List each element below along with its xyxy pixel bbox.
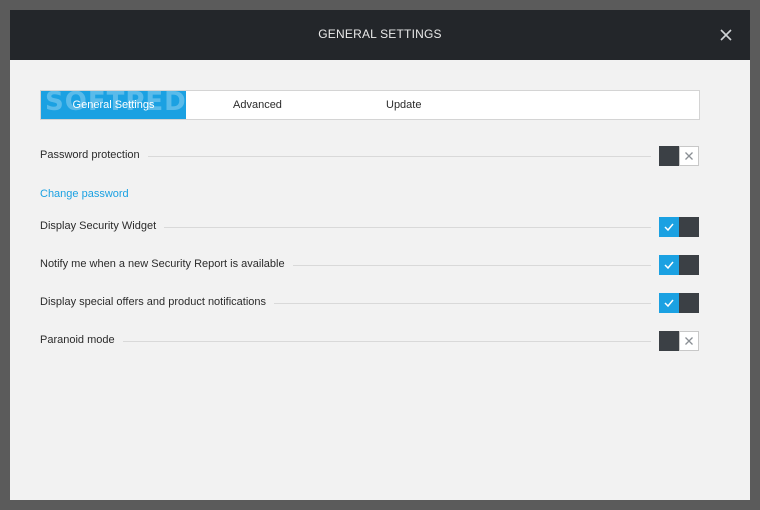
change-password-link[interactable]: Change password [40, 188, 129, 200]
close-icon [720, 29, 732, 41]
special-offers-toggle[interactable] [659, 293, 699, 313]
title-bar: GENERAL SETTINGS [10, 10, 750, 60]
setting-label: Paranoid mode [40, 334, 123, 346]
check-icon [664, 223, 674, 232]
security-widget-toggle[interactable] [659, 217, 699, 237]
tab-update[interactable]: Update [386, 91, 421, 119]
toggle-on-area [659, 217, 679, 237]
settings-window: GENERAL SETTINGS SOFTPEDIA General Setti… [10, 10, 750, 500]
toggle-on-area [659, 293, 679, 313]
toggle-off-area [679, 331, 699, 351]
toggle-knob [679, 255, 699, 275]
window-title: GENERAL SETTINGS [318, 27, 442, 41]
row-divider [40, 341, 651, 342]
x-icon [685, 337, 693, 345]
tab-bar: SOFTPEDIA General Settings Advanced Upda… [40, 90, 700, 120]
check-icon [664, 299, 674, 308]
toggle-knob [659, 331, 679, 351]
setting-label: Display Security Widget [40, 220, 165, 232]
setting-row-password-protection: Password protection [40, 146, 699, 166]
tab-general-settings[interactable]: SOFTPEDIA General Settings [41, 91, 186, 119]
setting-row-security-report: Notify me when a new Security Report is … [40, 255, 699, 275]
setting-label: Password protection [40, 149, 148, 161]
toggle-off-area [679, 146, 699, 166]
tab-label: Update [386, 99, 422, 111]
toggle-knob [679, 217, 699, 237]
tab-advanced[interactable]: Advanced [233, 91, 282, 119]
setting-row-special-offers: Display special offers and product notif… [40, 293, 699, 313]
x-icon [685, 152, 693, 160]
check-icon [664, 261, 674, 270]
toggle-knob [679, 293, 699, 313]
tab-label: General Settings [72, 99, 155, 111]
toggle-on-area [659, 255, 679, 275]
password-protection-toggle[interactable] [659, 146, 699, 166]
setting-label: Notify me when a new Security Report is … [40, 258, 293, 270]
toggle-knob [659, 146, 679, 166]
security-report-toggle[interactable] [659, 255, 699, 275]
close-button[interactable] [716, 25, 736, 45]
paranoid-mode-toggle[interactable] [659, 331, 699, 351]
setting-row-security-widget: Display Security Widget [40, 217, 699, 237]
setting-label: Display special offers and product notif… [40, 296, 275, 308]
setting-row-paranoid-mode: Paranoid mode [40, 331, 699, 351]
tab-label: Advanced [233, 99, 282, 111]
